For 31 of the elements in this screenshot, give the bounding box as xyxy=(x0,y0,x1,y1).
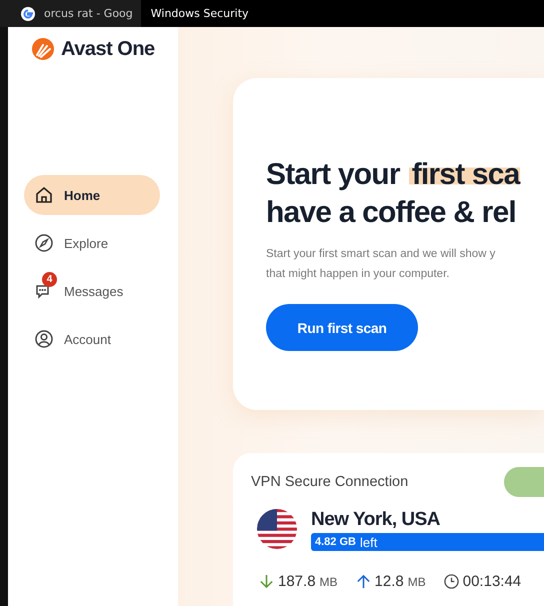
compass-icon xyxy=(34,233,54,253)
flag-icon xyxy=(257,509,297,549)
window-tab[interactable]: orcus rat - Goog xyxy=(0,0,141,27)
headline: Start your xyxy=(266,157,400,193)
vpn-title: VPN Secure Connection xyxy=(251,474,408,490)
count-badge: 4 xyxy=(42,272,57,287)
account-icon xyxy=(34,329,54,349)
run-scan-button[interactable]: Run first scan xyxy=(266,304,418,351)
sidebar-item[interactable]: Home xyxy=(24,175,160,215)
stat-unit: MB xyxy=(320,574,338,588)
sidebar-item[interactable]: Explore xyxy=(24,223,160,263)
description: Start your first smart scan and we will show y that might happen in your computer. xyxy=(266,247,496,282)
home-icon xyxy=(34,185,54,205)
stat-value: 12.8 xyxy=(374,573,404,590)
headline: have a coffee & rel xyxy=(266,195,517,231)
download-arrow-icon xyxy=(259,574,274,589)
logo-icon xyxy=(31,37,55,61)
upload-arrow-icon xyxy=(356,574,371,589)
allowance-amount: 4.82 GB xyxy=(315,536,356,548)
window-tab[interactable]: Windows Security xyxy=(140,0,544,27)
app-name: Avast One xyxy=(61,38,155,60)
stat-value: 187.8 xyxy=(278,573,316,590)
browser-icon xyxy=(20,6,36,22)
allowance-label: left xyxy=(360,534,378,550)
sidebar-item[interactable]: Account xyxy=(24,319,160,359)
stat-unit: MB xyxy=(408,574,426,588)
clock-icon xyxy=(444,574,459,589)
vpn-toggle[interactable] xyxy=(504,467,544,497)
stat-value: 00:13:44 xyxy=(462,573,522,590)
location-name: New York, USA xyxy=(311,509,442,531)
sidebar-item[interactable]: 4 Messages xyxy=(24,271,160,311)
